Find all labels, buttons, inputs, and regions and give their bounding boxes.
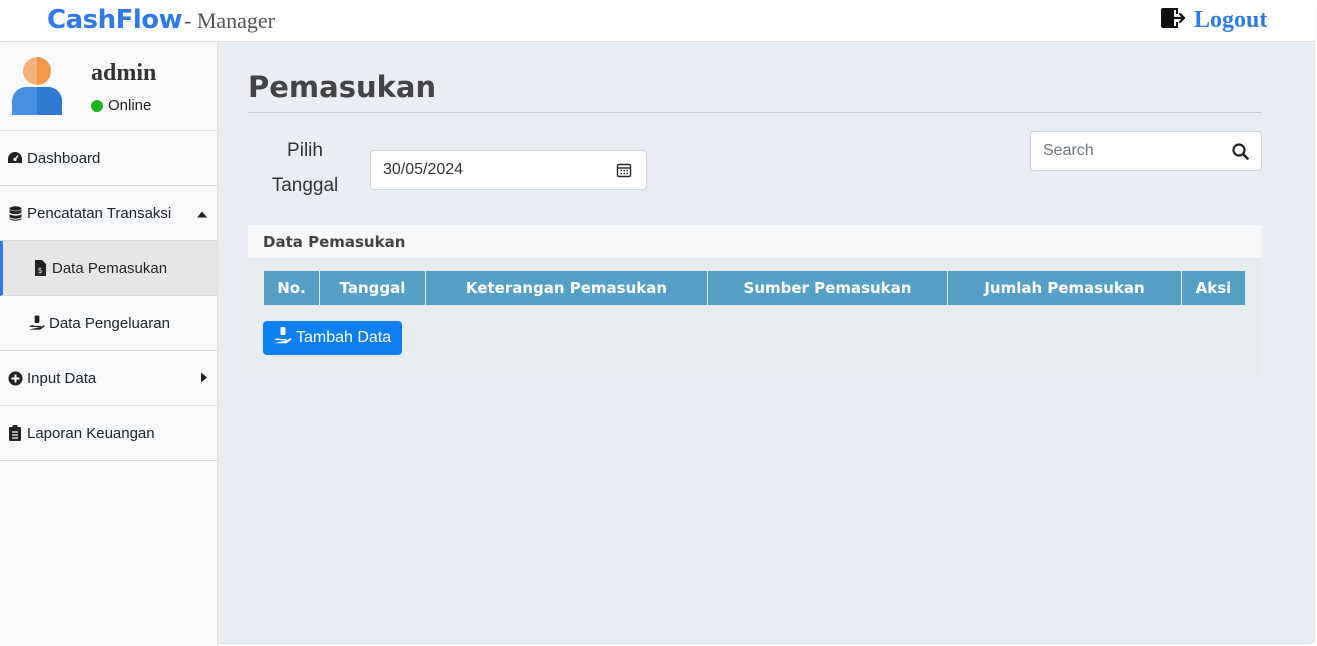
username: admin [91,60,157,86]
door-exit-icon [1160,6,1186,35]
search-icon[interactable] [1232,143,1249,165]
sidebar-item-label: Data Pengeluaran [49,314,170,332]
card-title: Data Pemasukan [248,225,1261,258]
sidebar-item-label: Input Data [27,369,97,387]
sidebar-item-label: Data Pemasukan [52,259,168,277]
add-data-label: Tambah Data [296,329,392,346]
add-data-button[interactable]: Tambah Data [263,321,403,355]
top-navbar: CashFlow - Manager Logout [0,0,1315,42]
sidebar-item-data-pemasukan[interactable]: $ Data Pemasukan [0,241,217,296]
hand-holding-dollar-icon [274,327,292,349]
title-divider [248,112,1261,113]
date-picker-label: Pilih Tanggal [268,133,342,203]
search-input[interactable] [1031,142,1216,160]
column-header-keterangan[interactable]: Keterangan Pemasukan [425,270,708,306]
logout-label: Logout [1194,7,1268,33]
column-header-aksi[interactable]: Aksi [1181,270,1246,306]
date-field[interactable]: 30/05/2024 [370,150,647,190]
svg-text:$: $ [37,266,42,275]
hand-holding-dollar-icon [29,315,45,331]
status-label: Online [108,97,152,114]
search-box[interactable] [1030,131,1262,171]
brand-subtitle: - Manager [184,8,276,33]
sidebar-item-data-pengeluaran[interactable]: Data Pengeluaran [0,296,217,351]
online-indicator-icon [91,99,103,112]
date-label-line2: Tanggal [271,175,339,196]
invoice-dollar-icon: $ [32,260,48,276]
sidebar-item-label: Pencatatan Transaksi [27,204,172,222]
main-content: Pemasukan Pilih Tanggal 30/05/2024 Data … [218,43,1315,644]
gauge-icon [7,150,23,166]
caret-up-icon [197,205,207,222]
column-header-sumber[interactable]: Sumber Pemasukan [707,270,948,306]
column-header-tanggal[interactable]: Tanggal [319,270,426,306]
sidebar: admin Online Dashboard Pencatatan Transa… [0,43,218,646]
date-label-line1: Pilih [287,140,323,161]
plus-circle-icon [7,370,23,386]
user-panel: admin Online [0,43,217,131]
clipboard-list-icon [7,425,23,441]
calendar-icon[interactable] [616,162,632,183]
data-table: No. Tanggal Keterangan Pemasukan Sumber … [263,270,1246,306]
sidebar-item-input-data[interactable]: Input Data [0,351,217,406]
column-header-no[interactable]: No. [263,270,320,306]
logout-button[interactable]: Logout [1160,6,1267,35]
sidebar-item-label: Dashboard [27,149,101,167]
column-header-jumlah[interactable]: Jumlah Pemasukan [947,270,1182,306]
sidebar-item-pencatatan-transaksi[interactable]: Pencatatan Transaksi [0,186,217,241]
date-value: 30/05/2024 [383,161,464,178]
sidebar-item-label: Laporan Keuangan [27,424,155,442]
sidebar-item-dashboard[interactable]: Dashboard [0,131,217,186]
table-header-row: No. Tanggal Keterangan Pemasukan Sumber … [263,270,1246,306]
avatar [10,55,64,124]
brand-name[interactable]: CashFlow [47,5,183,35]
caret-right-icon [201,370,207,387]
sidebar-item-laporan-keuangan[interactable]: Laporan Keuangan [0,406,217,461]
data-pemasukan-card: Data Pemasukan No. Tanggal Keterangan Pe… [248,225,1261,377]
database-icon [7,205,23,221]
user-status: Online [91,97,151,114]
page-title: Pemasukan [248,70,437,104]
